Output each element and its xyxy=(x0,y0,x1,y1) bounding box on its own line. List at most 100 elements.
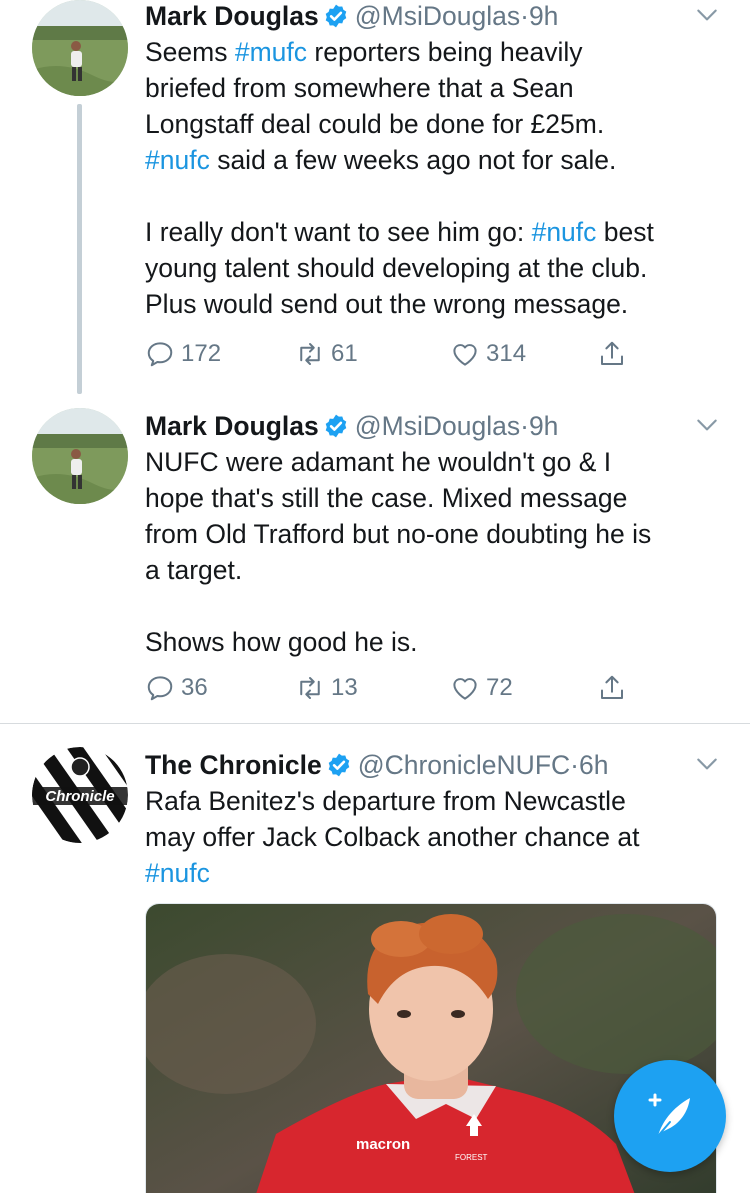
tweet-text-segment: Plus would send out the wrong message. xyxy=(145,289,629,319)
club-crest-text: FOREST xyxy=(455,1153,488,1162)
chronicle-logo-text: Chronicle xyxy=(45,788,114,805)
verified-badge-icon xyxy=(325,4,347,28)
avatar-photo xyxy=(32,408,128,504)
tweet-text-segment: reporters being heavily xyxy=(307,37,583,67)
hashtag-link[interactable]: #nufc xyxy=(145,858,210,888)
tweet-timestamp[interactable]: 6h xyxy=(579,750,608,780)
reply-button[interactable]: 36 xyxy=(145,668,208,708)
avatar[interactable] xyxy=(32,0,128,96)
reply-count: 36 xyxy=(181,674,208,701)
timeline-feed[interactable]: Mark Douglas @MsiDouglas·9h Seems #mufc r… xyxy=(0,0,750,1193)
tweet-header: Mark Douglas @MsiDouglas·9h xyxy=(145,0,730,34)
tweet-text-line: #nufc xyxy=(145,855,730,891)
tweet-text-segment: hope that's still the case. Mixed messag… xyxy=(145,483,628,513)
author-handle[interactable]: @MsiDouglas xyxy=(355,1,520,31)
hashtag-link[interactable]: #nufc xyxy=(145,145,210,175)
author-name[interactable]: The Chronicle xyxy=(145,750,322,780)
tweet-text-line: NUFC were adamant he wouldn't go & I xyxy=(145,444,730,480)
reply-count: 172 xyxy=(181,340,222,367)
share-icon xyxy=(601,675,623,699)
tweet-text-segment: young talent should developing at the cl… xyxy=(145,253,648,283)
retweet-count: 61 xyxy=(331,340,358,367)
tweet-text-blank-line xyxy=(145,588,730,624)
reply-button[interactable]: 172 xyxy=(145,334,221,374)
reply-icon xyxy=(147,342,173,367)
share-button[interactable] xyxy=(597,334,633,374)
tweet-header: Mark Douglas @MsiDouglas·9h xyxy=(145,408,730,444)
tweet-text-line: from Old Trafford but no-one doubting he… xyxy=(145,516,730,552)
separator-dot: · xyxy=(520,411,529,441)
hashtag-link[interactable]: #nufc xyxy=(532,217,597,247)
like-count: 72 xyxy=(486,674,513,701)
tweet[interactable]: Mark Douglas @MsiDouglas·9h NUFC were ada… xyxy=(0,398,750,723)
author-handle[interactable]: @MsiDouglas xyxy=(355,411,520,441)
tweet-text-blank-line xyxy=(145,178,730,214)
tweet-text-line: Longstaff deal could be done for £25m. xyxy=(145,106,730,142)
like-button[interactable]: 72 xyxy=(450,668,513,708)
tweet-text-segment: NUFC were adamant he wouldn't go & I xyxy=(145,447,612,477)
tweet-text-line: Seems #mufc reporters being heavily xyxy=(145,34,730,70)
chronicle-logo: Chronicle xyxy=(32,747,128,843)
tweet[interactable]: Mark Douglas @MsiDouglas·9h Seems #mufc r… xyxy=(0,0,750,394)
author-name[interactable]: Mark Douglas xyxy=(145,411,319,441)
tweet-text-segment: Seems xyxy=(145,37,235,67)
tweet-text-segment: from Old Trafford but no-one doubting he… xyxy=(145,519,652,549)
tweet-text-segment: may offer Jack Colback another chance at xyxy=(145,822,640,852)
tweet-text-line: hope that's still the case. Mixed messag… xyxy=(145,480,730,516)
verified-badge-icon xyxy=(325,414,347,438)
separator-dot: · xyxy=(520,1,529,31)
tweet-text-line: #nufc said a few weeks ago not for sale. xyxy=(145,142,730,178)
share-button[interactable] xyxy=(597,668,633,708)
compose-tweet-button[interactable] xyxy=(614,1060,726,1172)
tweet-text-line: Plus would send out the wrong message. xyxy=(145,286,730,322)
avatar[interactable]: Chronicle xyxy=(32,747,128,843)
tweet-text-line: young talent should developing at the cl… xyxy=(145,250,730,286)
tweet-text-segment: Rafa Benitez's departure from Newcastle xyxy=(145,786,626,816)
retweet-button[interactable]: 61 xyxy=(295,334,358,374)
tweet-text-line: Shows how good he is. xyxy=(145,624,730,660)
tweet-text: Rafa Benitez's departure from Newcastle m… xyxy=(145,783,730,891)
tweet-text-line: may offer Jack Colback another chance at xyxy=(145,819,730,855)
chevron-down-icon[interactable] xyxy=(694,2,720,28)
tweet-text-line: I really don't want to see him go: #nufc… xyxy=(145,214,730,250)
author-handle[interactable]: @ChronicleNUFC xyxy=(358,750,570,780)
tweet-text: Seems #mufc reporters being heavily brief… xyxy=(145,34,730,322)
tweet-header: The Chronicle @ChronicleNUFC·6h xyxy=(145,747,730,783)
tweet-text: NUFC were adamant he wouldn't go & I hope… xyxy=(145,444,730,660)
tweet-divider xyxy=(0,723,750,724)
share-icon xyxy=(601,341,623,365)
tweet-text-segment: best xyxy=(596,217,654,247)
heart-icon xyxy=(453,678,477,700)
separator-dot: · xyxy=(570,750,579,780)
avatar-photo xyxy=(32,0,128,96)
retweet-icon xyxy=(300,343,320,365)
tweet-text-segment: said a few weeks ago not for sale. xyxy=(209,145,617,175)
tweet-actions: 172 61 314 xyxy=(145,334,645,374)
retweet-count: 13 xyxy=(331,674,358,701)
tweet-timestamp[interactable]: 9h xyxy=(529,411,558,441)
tweet-text-segment: I really don't want to see him go: xyxy=(145,217,532,247)
author-name[interactable]: Mark Douglas xyxy=(145,1,319,31)
tweet-text-line: a target. xyxy=(145,552,730,588)
avatar[interactable] xyxy=(32,408,128,504)
thread-connector-line xyxy=(77,104,82,394)
tweet-text-segment: Longstaff deal could be done for £25m. xyxy=(145,109,605,139)
hashtag-link[interactable]: #mufc xyxy=(235,37,307,67)
chevron-down-icon[interactable] xyxy=(694,751,720,777)
like-button[interactable]: 314 xyxy=(450,334,526,374)
tweet-text-segment: a target. xyxy=(145,555,243,585)
tweet-text-segment: Shows how good he is. xyxy=(145,627,418,657)
tweet-text-line: briefed from somewhere that a Sean xyxy=(145,70,730,106)
chevron-down-icon[interactable] xyxy=(694,412,720,438)
retweet-icon xyxy=(300,677,320,699)
tweet-actions: 36 13 72 xyxy=(145,668,645,708)
reply-icon xyxy=(147,676,173,701)
verified-badge-icon xyxy=(328,753,349,777)
retweet-button[interactable]: 13 xyxy=(295,668,358,708)
compose-tweet-icon xyxy=(648,1093,690,1137)
tweet-text-line: Rafa Benitez's departure from Newcastle xyxy=(145,783,730,819)
tweet-timestamp[interactable]: 9h xyxy=(529,1,558,31)
shirt-sponsor-text: macron xyxy=(356,1136,410,1153)
tweet-text-segment: briefed from somewhere that a Sean xyxy=(145,73,574,103)
heart-icon xyxy=(453,344,477,366)
